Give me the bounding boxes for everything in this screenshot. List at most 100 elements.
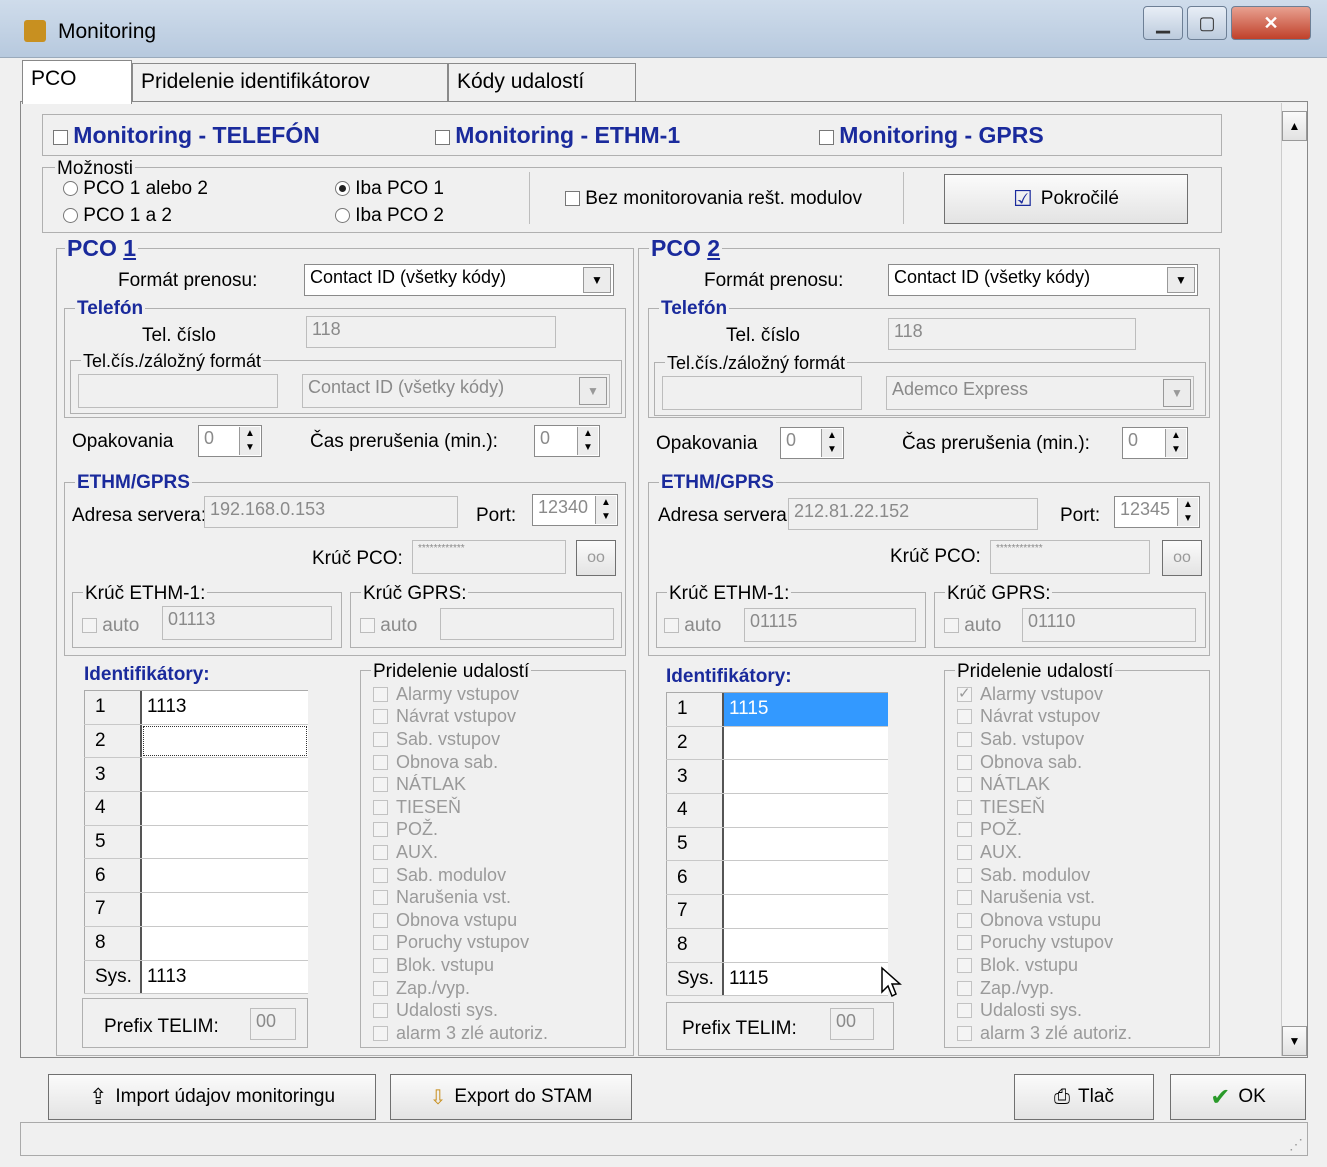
event-checkbox[interactable] xyxy=(373,822,388,838)
pco2-key-input[interactable]: ************ xyxy=(990,540,1150,574)
print-button[interactable]: ⎙ Tlač xyxy=(1014,1074,1154,1120)
spinner-arrows-icon[interactable]: ▲ ▼ xyxy=(821,429,842,457)
auto-checkbox[interactable] xyxy=(360,618,375,634)
pco2-backup-format-select[interactable]: Ademco Express ▼ xyxy=(886,376,1194,410)
minimize-button[interactable]: ▁ xyxy=(1143,6,1183,40)
identifier-value[interactable]: 1115 xyxy=(724,693,888,726)
identifier-row[interactable]: 1 1113 xyxy=(84,691,308,725)
event-checkbox[interactable] xyxy=(957,709,972,725)
radio-only-pco2[interactable]: Iba PCO 2 xyxy=(335,205,444,227)
event-item[interactable]: Obnova vstupu xyxy=(957,909,1132,932)
identifier-value[interactable]: 1113 xyxy=(142,691,308,724)
identifier-row[interactable]: 6 xyxy=(666,861,888,896)
identifier-value[interactable] xyxy=(724,928,888,962)
identifier-row[interactable]: 7 xyxy=(666,895,888,929)
event-item[interactable]: Poruchy vstupov xyxy=(373,932,548,955)
maximize-button[interactable]: ▢ xyxy=(1187,6,1227,40)
pco1-backup-format-select[interactable]: Contact ID (všetky kódy) ▼ xyxy=(302,374,610,408)
event-item[interactable]: Návrat vstupov xyxy=(957,706,1132,729)
event-item[interactable]: Sab. modulov xyxy=(373,864,548,887)
identifier-value[interactable] xyxy=(142,893,308,926)
pco2-prefix-input[interactable]: 00 xyxy=(830,1008,874,1040)
identifier-row[interactable]: 5 xyxy=(84,825,308,860)
event-checkbox[interactable] xyxy=(373,912,388,928)
event-item[interactable]: TIESEŇ xyxy=(957,796,1132,819)
event-item[interactable]: Udalosti sys. xyxy=(373,999,548,1022)
event-item[interactable]: Sab. modulov xyxy=(957,864,1132,887)
identifier-value[interactable] xyxy=(142,859,308,893)
tab-identifiers[interactable]: Pridelenie identifikátorov xyxy=(132,63,448,101)
event-item[interactable]: Udalosti sys. xyxy=(957,999,1132,1022)
event-checkbox[interactable] xyxy=(373,799,388,815)
event-item[interactable]: Zap./vyp. xyxy=(957,977,1132,1000)
identifier-row[interactable]: 6 xyxy=(84,859,308,894)
event-checkbox[interactable] xyxy=(373,1025,388,1041)
identifier-value[interactable] xyxy=(724,726,888,760)
event-checkbox[interactable] xyxy=(957,731,972,747)
pco2-gprs-auto[interactable]: auto xyxy=(944,615,1001,637)
pco2-show-key-button[interactable]: oo xyxy=(1162,540,1202,576)
pco2-repeat-spinner[interactable]: 0 ▲ ▼ xyxy=(780,427,844,459)
auto-checkbox[interactable] xyxy=(82,618,97,634)
event-checkbox[interactable] xyxy=(373,867,388,883)
pco1-port-spinner[interactable]: 12340 ▲ ▼ xyxy=(532,494,618,526)
identifier-value[interactable] xyxy=(142,825,308,859)
identifier-row[interactable]: 5 xyxy=(666,827,888,862)
import-button[interactable]: ⇪ Import údajov monitoringu xyxy=(48,1074,376,1120)
identifier-row[interactable]: 1 1115 xyxy=(666,693,888,727)
scroll-up-button[interactable]: ▲ xyxy=(1282,111,1307,141)
spinner-arrows-icon[interactable]: ▲ ▼ xyxy=(1177,498,1198,526)
event-item[interactable]: Narušenia vst. xyxy=(957,886,1132,909)
spinner-arrows-icon[interactable]: ▲ ▼ xyxy=(577,427,598,455)
spinner-arrows-icon[interactable]: ▲ ▼ xyxy=(1165,429,1186,457)
event-checkbox[interactable] xyxy=(957,890,972,906)
event-checkbox[interactable] xyxy=(373,890,388,906)
monitoring-gprs-checkbox[interactable] xyxy=(819,130,834,146)
radio-button[interactable] xyxy=(63,181,78,197)
radio-button[interactable] xyxy=(335,208,350,224)
monitoring-gprs[interactable]: Monitoring - GPRS xyxy=(819,122,1044,149)
export-button[interactable]: ⇩ Export do STAM xyxy=(390,1074,632,1120)
event-checkbox[interactable] xyxy=(957,867,972,883)
event-item[interactable]: AUX. xyxy=(373,841,548,864)
event-checkbox[interactable] xyxy=(957,684,972,702)
pco1-backup-number[interactable] xyxy=(78,374,278,408)
event-checkbox[interactable] xyxy=(957,980,972,996)
identifier-value[interactable] xyxy=(142,792,308,825)
event-checkbox[interactable] xyxy=(373,686,388,702)
event-item[interactable]: Narušenia vst. xyxy=(373,886,548,909)
event-checkbox[interactable] xyxy=(957,777,972,793)
identifier-value[interactable]: 1113 xyxy=(142,960,308,994)
pco1-break-spinner[interactable]: 0 ▲ ▼ xyxy=(534,425,600,457)
identifier-row[interactable]: 8 xyxy=(666,928,888,963)
identifier-value[interactable] xyxy=(724,827,888,861)
radio-pco1-or-2[interactable]: PCO 1 alebo 2 xyxy=(63,178,208,200)
ok-button[interactable]: ✔ OK xyxy=(1170,1074,1306,1120)
event-checkbox[interactable] xyxy=(957,957,972,973)
identifier-row[interactable]: 3 xyxy=(666,760,888,795)
event-checkbox[interactable] xyxy=(373,754,388,770)
monitoring-telefon[interactable]: Monitoring - TELEFÓN xyxy=(53,122,320,149)
event-item[interactable]: Sab. vstupov xyxy=(373,728,548,751)
pco2-tel-input[interactable]: 118 xyxy=(888,318,1136,350)
tab-pco[interactable]: PCO xyxy=(22,60,132,104)
event-checkbox[interactable] xyxy=(373,980,388,996)
pco2-port-spinner[interactable]: 12345 ▲ ▼ xyxy=(1114,496,1200,528)
pco1-format-select[interactable]: Contact ID (všetky kódy) ▼ xyxy=(304,264,614,296)
event-checkbox[interactable] xyxy=(373,731,388,747)
event-checkbox[interactable] xyxy=(373,1003,388,1019)
close-button[interactable]: ✕ xyxy=(1231,6,1311,40)
pco2-backup-number[interactable] xyxy=(662,376,862,410)
event-checkbox[interactable] xyxy=(373,777,388,793)
identifier-row[interactable]: 2 xyxy=(84,724,308,759)
identifier-value[interactable] xyxy=(724,895,888,928)
event-item[interactable]: Návrat vstupov xyxy=(373,706,548,729)
pco2-key-ethm-input[interactable]: 01115 xyxy=(744,608,916,642)
event-item[interactable]: Zap./vyp. xyxy=(373,977,548,1000)
event-item[interactable]: Alarmy vstupov xyxy=(957,683,1132,706)
event-item[interactable]: Sab. vstupov xyxy=(957,728,1132,751)
event-item[interactable]: Obnova vstupu xyxy=(373,909,548,932)
event-checkbox[interactable] xyxy=(957,754,972,770)
pco1-ethm-auto[interactable]: auto xyxy=(82,615,139,637)
advanced-button[interactable]: ☑ Pokročilé xyxy=(944,174,1188,224)
